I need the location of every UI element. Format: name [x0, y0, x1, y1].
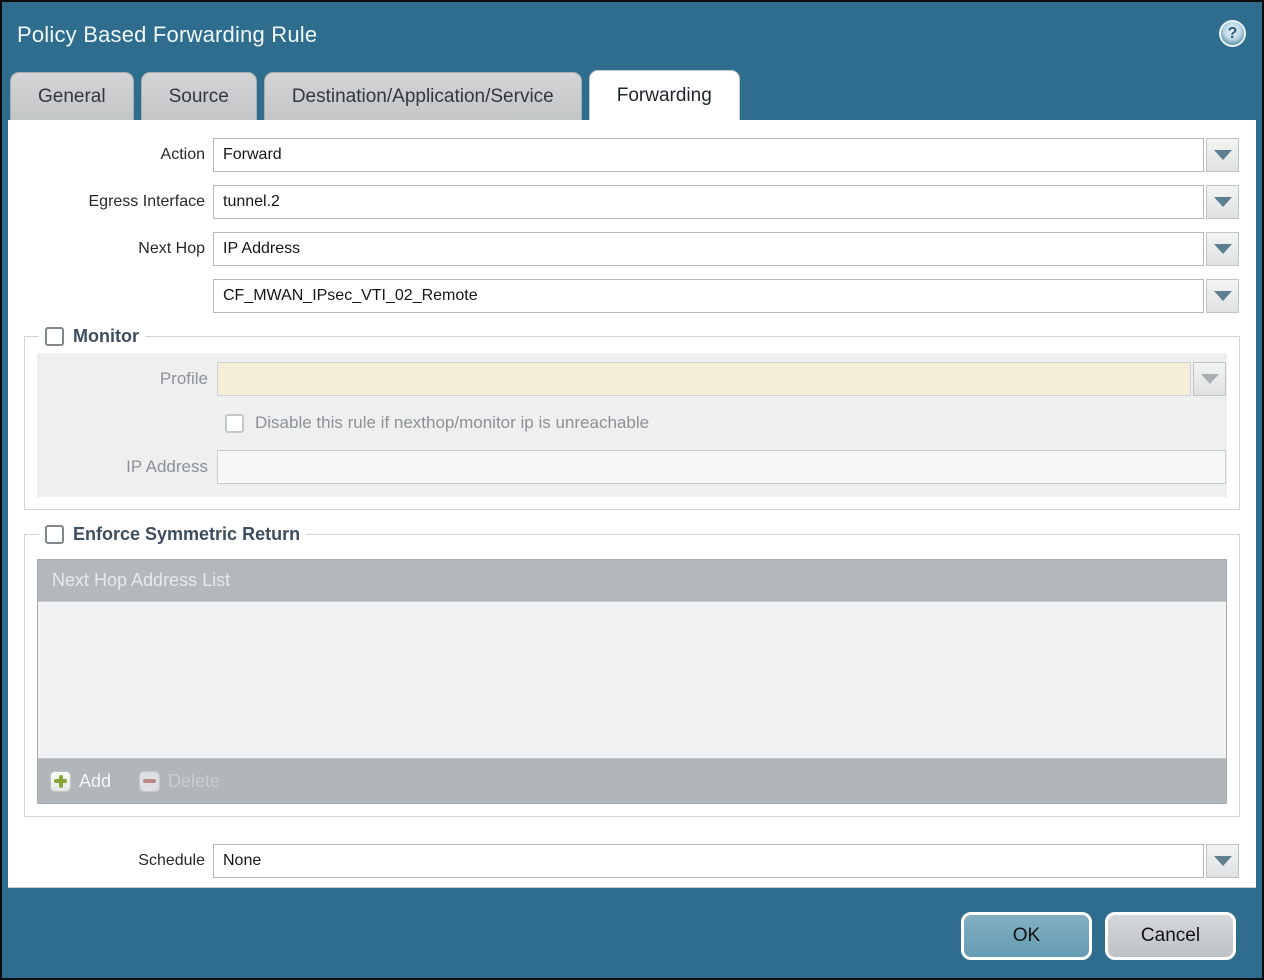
help-icon[interactable]: ?	[1219, 20, 1246, 47]
next-hop-address-list-toolbar: Add Delete	[38, 758, 1226, 803]
next-hop-address-row: CF_MWAN_IPsec_VTI_02_Remote	[8, 279, 1239, 313]
monitor-group: Monitor Profile Disable this rule if nex…	[24, 326, 1240, 510]
tab-destination-application-service[interactable]: Destination/Application/Service	[264, 72, 582, 120]
plus-icon	[50, 771, 71, 792]
next-hop-row: Next Hop IP Address	[8, 232, 1239, 266]
enforce-symmetric-return-legend-label: Enforce Symmetric Return	[73, 524, 300, 545]
next-hop-address-list-body	[38, 602, 1226, 758]
dialog-header: Policy Based Forwarding Rule ? General S…	[2, 2, 1262, 120]
action-dropdown-button[interactable]	[1206, 138, 1239, 172]
monitor-legend-label: Monitor	[73, 326, 139, 347]
monitor-checkbox[interactable]	[45, 327, 64, 346]
chevron-down-icon	[1214, 291, 1232, 301]
tab-general[interactable]: General	[10, 72, 134, 120]
enforce-symmetric-return-checkbox[interactable]	[45, 525, 64, 544]
monitor-ip-address-row: IP Address	[37, 450, 1226, 484]
disable-rule-label: Disable this rule if nexthop/monitor ip …	[255, 413, 649, 433]
dialog-footer: OK Cancel	[2, 888, 1262, 978]
tab-source[interactable]: Source	[141, 72, 257, 120]
egress-interface-label: Egress Interface	[8, 193, 213, 211]
action-label: Action	[8, 146, 213, 164]
add-button[interactable]: Add	[50, 771, 111, 792]
enforce-symmetric-return-legend: Enforce Symmetric Return	[39, 524, 306, 545]
ok-button[interactable]: OK	[961, 912, 1092, 960]
schedule-dropdown-button[interactable]	[1206, 844, 1239, 878]
monitor-panel: Profile Disable this rule if nexthop/mon…	[37, 353, 1227, 497]
next-hop-label: Next Hop	[8, 240, 213, 258]
tab-forwarding[interactable]: Forwarding	[589, 70, 740, 120]
next-hop-type-select[interactable]: IP Address	[213, 232, 1204, 266]
enforce-symmetric-return-group: Enforce Symmetric Return Next Hop Addres…	[24, 524, 1240, 817]
profile-label: Profile	[37, 369, 217, 389]
policy-based-forwarding-rule-dialog: Policy Based Forwarding Rule ? General S…	[0, 0, 1264, 980]
schedule-label: Schedule	[8, 852, 213, 870]
egress-interface-dropdown-button[interactable]	[1206, 185, 1239, 219]
forwarding-tab-panel: Action Forward Egress Interface tunnel.2…	[8, 120, 1256, 888]
dialog-title: Policy Based Forwarding Rule	[2, 2, 1262, 48]
profile-select[interactable]	[217, 362, 1191, 396]
add-button-label: Add	[79, 771, 111, 792]
action-select[interactable]: Forward	[213, 138, 1204, 172]
delete-button[interactable]: Delete	[139, 771, 220, 792]
schedule-row: Schedule None	[8, 844, 1239, 878]
minus-icon	[139, 771, 160, 792]
chevron-down-icon	[1214, 244, 1232, 254]
monitor-ip-address-label: IP Address	[37, 457, 217, 477]
next-hop-type-dropdown-button[interactable]	[1206, 232, 1239, 266]
next-hop-address-select[interactable]: CF_MWAN_IPsec_VTI_02_Remote	[213, 279, 1204, 313]
tab-bar: General Source Destination/Application/S…	[10, 70, 1254, 120]
next-hop-address-list-table: Next Hop Address List Add Delete	[37, 559, 1227, 804]
monitor-ip-address-input[interactable]	[217, 450, 1226, 484]
monitor-legend: Monitor	[39, 326, 145, 347]
action-row: Action Forward	[8, 138, 1239, 172]
disable-rule-checkbox[interactable]	[225, 414, 244, 433]
cancel-button[interactable]: Cancel	[1105, 912, 1236, 960]
egress-interface-select[interactable]: tunnel.2	[213, 185, 1204, 219]
profile-dropdown-button[interactable]	[1193, 362, 1226, 396]
profile-row: Profile	[37, 362, 1226, 396]
chevron-down-icon	[1214, 150, 1232, 160]
delete-button-label: Delete	[168, 771, 220, 792]
next-hop-address-dropdown-button[interactable]	[1206, 279, 1239, 313]
schedule-select[interactable]: None	[213, 844, 1204, 878]
chevron-down-icon	[1214, 197, 1232, 207]
next-hop-address-list-header: Next Hop Address List	[38, 560, 1226, 602]
egress-interface-row: Egress Interface tunnel.2	[8, 185, 1239, 219]
chevron-down-icon	[1214, 856, 1232, 866]
disable-rule-row: Disable this rule if nexthop/monitor ip …	[225, 413, 1226, 433]
chevron-down-icon	[1201, 374, 1219, 384]
